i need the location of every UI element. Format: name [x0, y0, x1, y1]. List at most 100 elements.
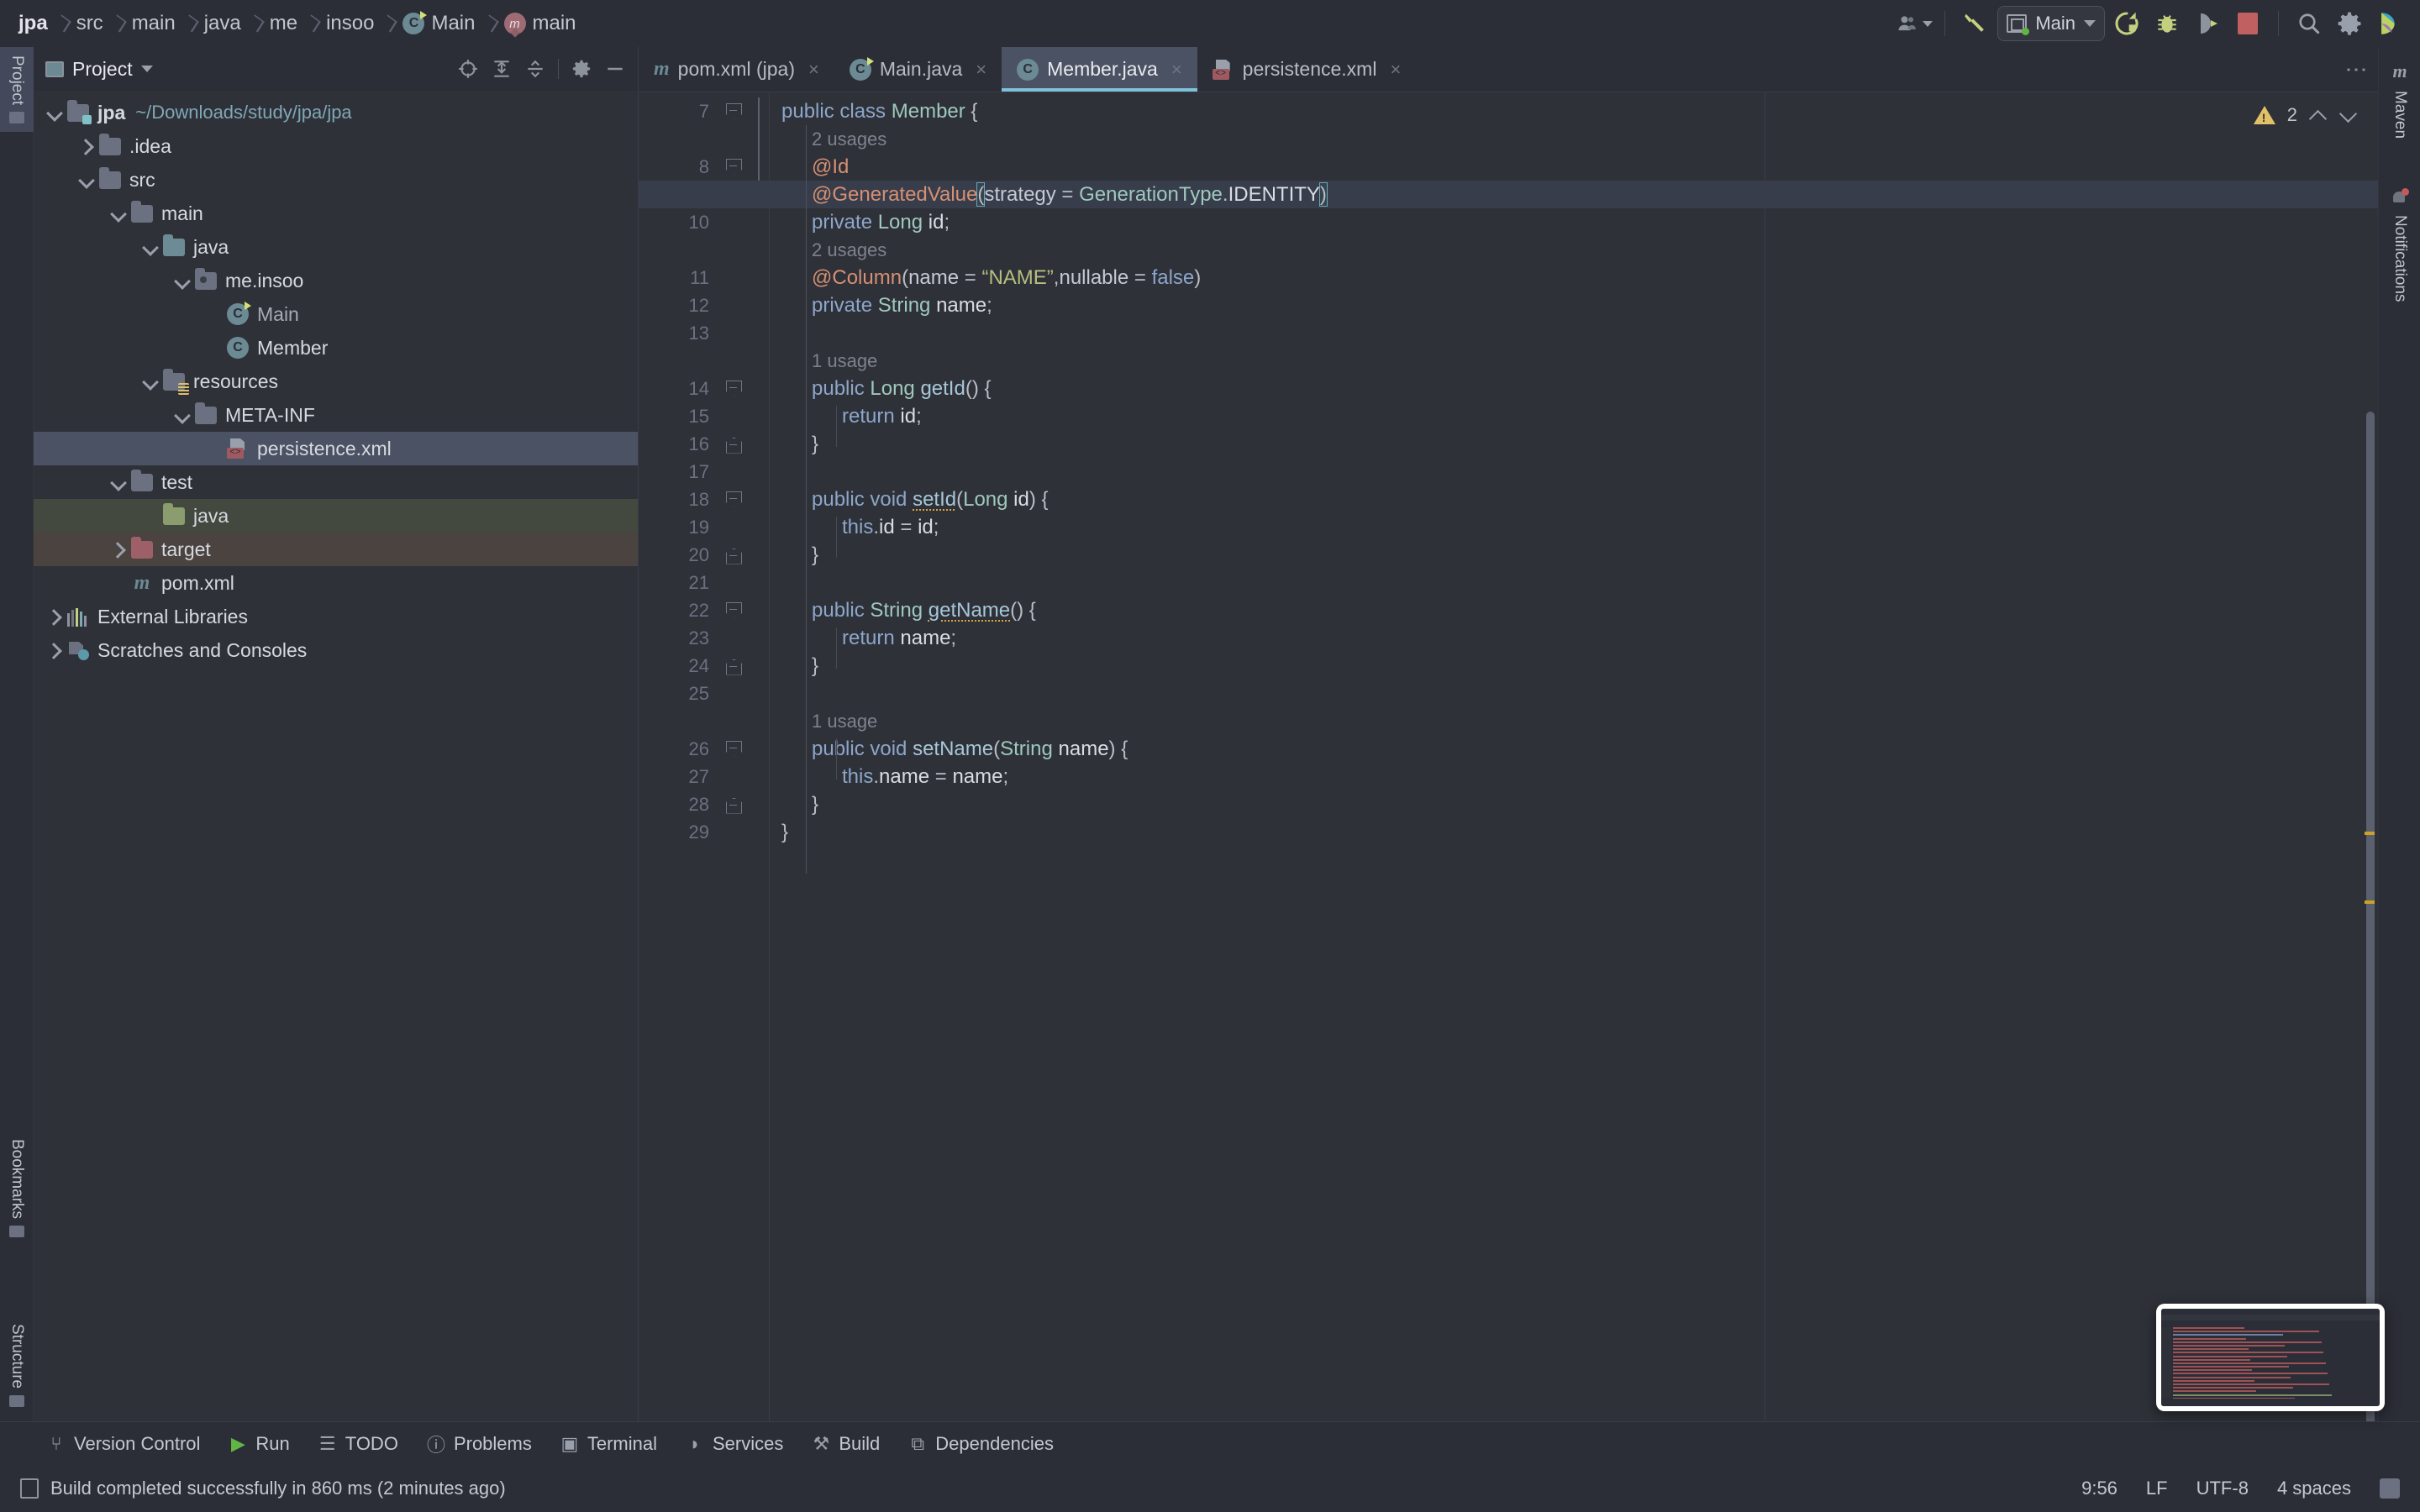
settings-gear-icon[interactable] — [2331, 5, 2368, 42]
caret-position[interactable]: 9:56 — [2081, 1478, 2118, 1499]
code-line[interactable]: private String name; — [639, 291, 2378, 319]
tree-node-main[interactable]: main — [34, 197, 638, 230]
build-hammer-icon[interactable] — [1957, 5, 1994, 42]
locate-icon[interactable] — [457, 58, 479, 80]
code-line[interactable]: } — [639, 652, 2378, 680]
account-icon[interactable] — [1896, 5, 1933, 42]
chevron-down-icon[interactable] — [2339, 106, 2358, 124]
code-lines[interactable]: public class Member {2 usages @Id @Generat… — [639, 92, 2378, 1441]
toggle-panel-icon[interactable] — [2380, 1478, 2400, 1499]
expand-all-icon[interactable] — [491, 58, 513, 80]
chevron-down-icon[interactable] — [139, 236, 161, 258]
tree-node-test[interactable]: test — [34, 465, 638, 499]
event-log-icon[interactable] — [20, 1478, 39, 1499]
project-tree[interactable]: jpa ~/Downloads/study/jpa/jpa .idea src main… — [34, 91, 638, 667]
search-icon[interactable] — [2291, 5, 2328, 42]
chevron-right-icon[interactable] — [44, 606, 66, 627]
left-stripe-item-structure[interactable]: Structure — [0, 1315, 34, 1415]
code-line[interactable]: @Id — [639, 153, 2378, 181]
left-stripe-item-bookmarks[interactable]: Bookmarks — [0, 1131, 34, 1246]
chevron-right-icon[interactable] — [44, 639, 66, 661]
tree-node-java[interactable]: java — [34, 499, 638, 533]
ai-assistant-icon[interactable] — [2371, 5, 2408, 42]
editor-vertical-scrollbar[interactable] — [2366, 412, 2375, 1441]
code-line[interactable] — [639, 569, 2378, 596]
bottom-tool-version-control[interactable]: ⑂ Version Control — [47, 1433, 200, 1455]
chevron-down-icon[interactable] — [76, 169, 97, 191]
code-line[interactable]: this.id = id; — [639, 513, 2378, 541]
tree-node--idea[interactable]: .idea — [34, 129, 638, 163]
tree-node-main[interactable]: C Main — [34, 297, 638, 331]
hide-panel-icon[interactable] — [604, 58, 626, 80]
code-line[interactable]: return id; — [639, 402, 2378, 430]
code-editor[interactable]: 7891011121314151617181920212223242526272… — [639, 92, 2378, 1441]
chevron-down-icon[interactable] — [140, 66, 153, 72]
code-line[interactable] — [639, 319, 2378, 347]
chevron-down-icon[interactable] — [2084, 20, 2096, 27]
tree-node-meta-inf[interactable]: META-INF — [34, 398, 638, 432]
settings-gear-icon[interactable] — [571, 58, 592, 80]
indent-setting[interactable]: 4 spaces — [2277, 1478, 2351, 1499]
line-separator[interactable]: LF — [2146, 1478, 2168, 1499]
tree-node-target[interactable]: target — [34, 533, 638, 566]
inspection-widget[interactable]: 2 — [2253, 104, 2358, 126]
run-configuration-selector[interactable]: Main — [1997, 6, 2105, 41]
breadcrumb-item[interactable]: src — [71, 12, 108, 35]
chevron-down-icon[interactable] — [44, 102, 66, 123]
run-button[interactable] — [2108, 5, 2145, 42]
tree-node-pom-xml[interactable]: m pom.xml — [34, 566, 638, 600]
collapse-all-icon[interactable] — [524, 58, 546, 80]
code-line[interactable]: } — [639, 818, 2378, 846]
code-line[interactable]: public void setId(Long id) { — [639, 486, 2378, 513]
bottom-tool-dependencies[interactable]: ⧉ Dependencies — [908, 1433, 1054, 1455]
chevron-down-icon[interactable] — [108, 202, 129, 224]
close-icon[interactable]: × — [1171, 59, 1182, 81]
tree-node-src[interactable]: src — [34, 163, 638, 197]
code-line[interactable]: private Long id; — [639, 208, 2378, 236]
code-line[interactable] — [639, 458, 2378, 486]
tree-node-resources[interactable]: resources — [34, 365, 638, 398]
code-line[interactable]: 2 usages — [639, 236, 2378, 264]
debug-button[interactable] — [2149, 5, 2186, 42]
bottom-tool-services[interactable]: ◗ Services — [686, 1433, 783, 1455]
code-line[interactable]: } — [639, 430, 2378, 458]
error-stripe-mark[interactable] — [2365, 900, 2375, 904]
code-line[interactable]: @GeneratedValue(strategy = GenerationTyp… — [639, 181, 2378, 208]
editor-tab-pom-xml-jpa-[interactable]: m pom.xml (jpa) × — [639, 47, 834, 92]
breadcrumb-item[interactable]: insoo — [321, 12, 379, 35]
run-with-coverage-button[interactable] — [2189, 5, 2226, 42]
chevron-down-icon[interactable] — [139, 370, 161, 392]
right-stripe-item-maven[interactable]: m Maven — [2379, 52, 2420, 147]
code-line[interactable]: } — [639, 541, 2378, 569]
breadcrumb-item[interactable]: main — [127, 12, 181, 35]
code-line[interactable]: public String getName() { — [639, 596, 2378, 624]
stop-button[interactable] — [2229, 5, 2266, 42]
screenshot-preview-popup[interactable] — [2156, 1304, 2385, 1411]
left-stripe-item-project[interactable]: Project — [0, 47, 34, 133]
chevron-down-icon[interactable] — [171, 270, 193, 291]
chevron-up-icon[interactable] — [2309, 106, 2328, 124]
tree-node-java[interactable]: java — [34, 230, 638, 264]
close-icon[interactable]: × — [1390, 59, 1401, 81]
breadcrumb-item[interactable]: C Main — [397, 11, 480, 35]
bottom-tool-run[interactable]: ▶ Run — [229, 1433, 290, 1455]
breadcrumb-item[interactable]: jpa — [13, 12, 53, 35]
code-line[interactable]: public class Member { — [639, 97, 2378, 125]
status-message-area[interactable]: Build completed successfully in 860 ms (… — [20, 1478, 506, 1499]
code-line[interactable]: 2 usages — [639, 125, 2378, 153]
breadcrumb-item[interactable]: me — [265, 12, 302, 35]
bottom-tool-problems[interactable]: ⓘ Problems — [427, 1433, 532, 1456]
tree-node-jpa[interactable]: jpa ~/Downloads/study/jpa/jpa — [34, 96, 638, 129]
code-line[interactable]: 1 usage — [639, 347, 2378, 375]
editor-tab-persistence-xml[interactable]: persistence.xml × — [1197, 47, 1417, 92]
code-line[interactable]: @Column(name = “NAME”,nullable = false) — [639, 264, 2378, 291]
bottom-tool-terminal[interactable]: ▣ Terminal — [560, 1433, 657, 1455]
code-line[interactable]: this.name = name; — [639, 763, 2378, 790]
tree-node-persistence-xml[interactable]: persistence.xml — [34, 432, 638, 465]
tree-node-external-libraries[interactable]: External Libraries — [34, 600, 638, 633]
tree-node-scratches-and-consoles[interactable]: Scratches and Consoles — [34, 633, 638, 667]
code-line[interactable] — [639, 680, 2378, 707]
right-stripe-item-notifications[interactable]: Notifications — [2379, 181, 2420, 311]
code-line[interactable]: public void setName(String name) { — [639, 735, 2378, 763]
chevron-down-icon[interactable] — [171, 404, 193, 426]
